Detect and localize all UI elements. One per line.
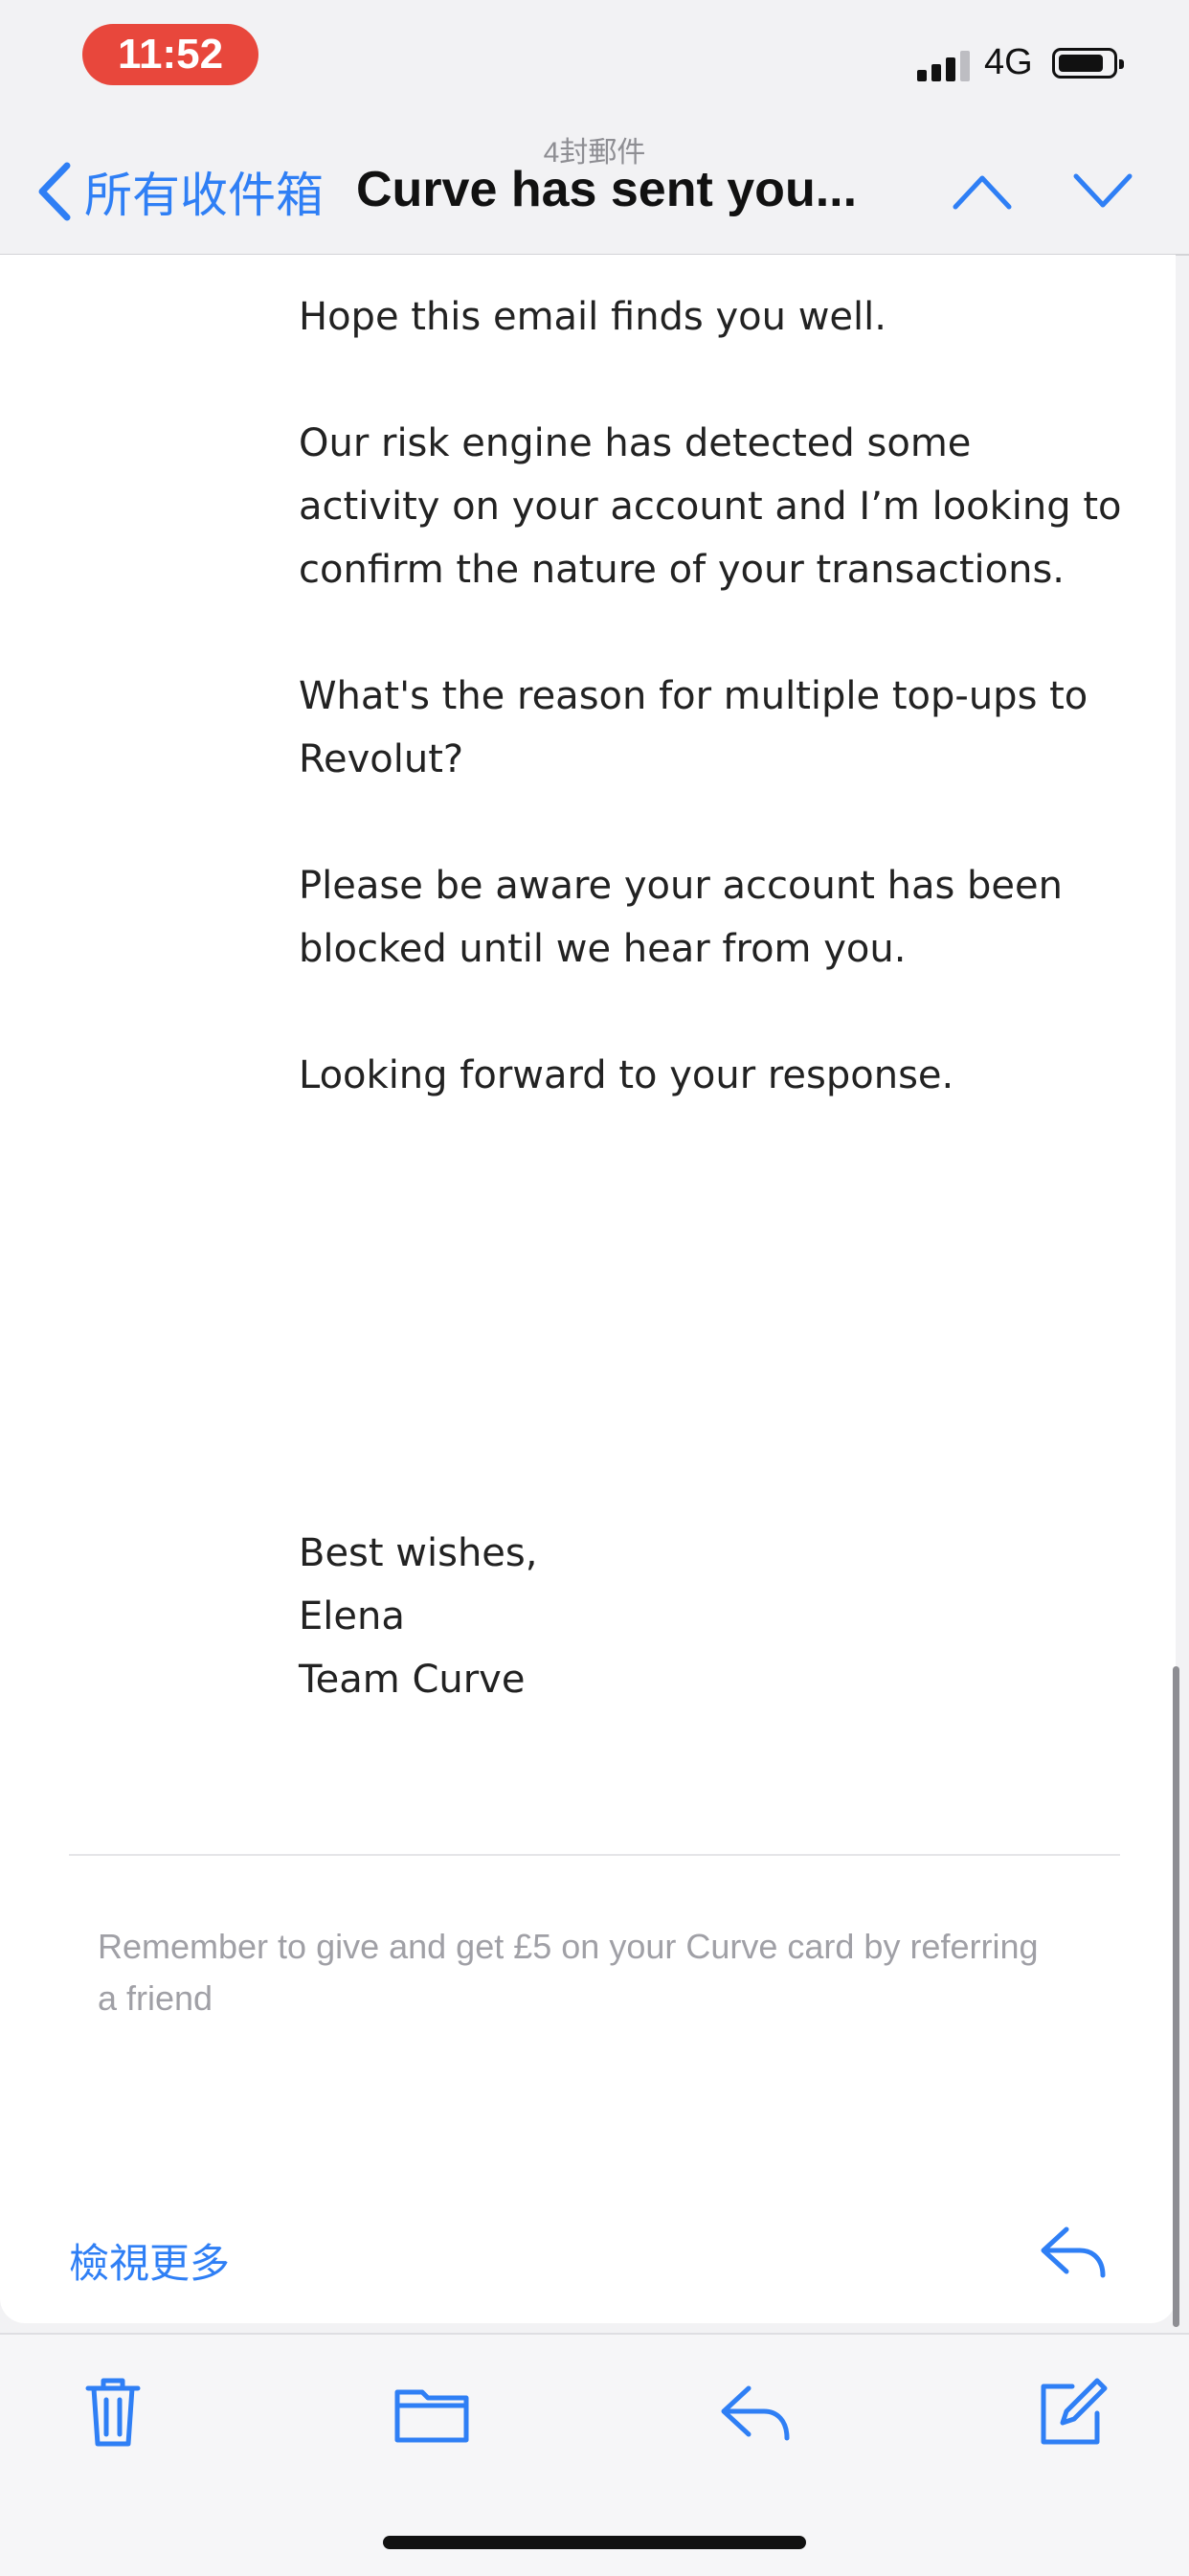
folder-icon[interactable] [393,2373,470,2450]
email-paragraph: Please be aware your account has been bl… [299,864,1063,971]
status-time[interactable]: 11:52 [82,24,258,85]
footer-note: Remember to give and get £5 on your Curv… [98,1927,1039,2018]
signoff-line: Best wishes, [299,1531,538,1575]
page-title: Curve has sent you... [356,162,858,217]
back-button[interactable]: 所有收件箱 [34,162,324,222]
trash-icon[interactable] [75,2373,151,2450]
email-body-card: Hope this email finds you well. Our risk… [0,255,1176,2323]
reply-icon[interactable] [1038,2222,1109,2281]
email-paragraph: Hope this email finds you well. [299,295,886,339]
view-more-link[interactable]: 檢視更多 [69,2231,230,2290]
chevron-down-icon[interactable] [1072,172,1133,211]
email-paragraph: Our risk engine has detected some activi… [299,421,1122,592]
signoff-team: Team Curve [299,1658,526,1702]
network-type: 4G [984,42,1033,82]
email-paragraph: What's the reason for multiple top-ups t… [299,674,1088,781]
chevron-up-icon[interactable] [952,172,1013,211]
email-body: Hope this email finds you well. Our risk… [299,285,1122,1170]
signal-strength-icon [917,49,971,81]
scrollbar[interactable] [1173,1666,1179,2327]
signoff-name: Elena [299,1594,405,1638]
compose-icon[interactable] [1034,2373,1110,2450]
back-label: 所有收件箱 [84,169,324,222]
email-signoff: Best wishes, Elena Team Curve [299,1522,537,1711]
reply-icon[interactable] [716,2373,793,2450]
email-paragraph: Looking forward to your response. [299,1053,954,1097]
divider [69,1854,1120,1856]
battery-icon [1052,48,1124,79]
home-indicator[interactable] [383,2536,806,2549]
status-bar: 11:52 4G [0,0,1189,134]
chevron-left-icon [38,162,71,221]
nav-bar: 4封郵件 所有收件箱 Curve has sent you... [0,115,1189,256]
